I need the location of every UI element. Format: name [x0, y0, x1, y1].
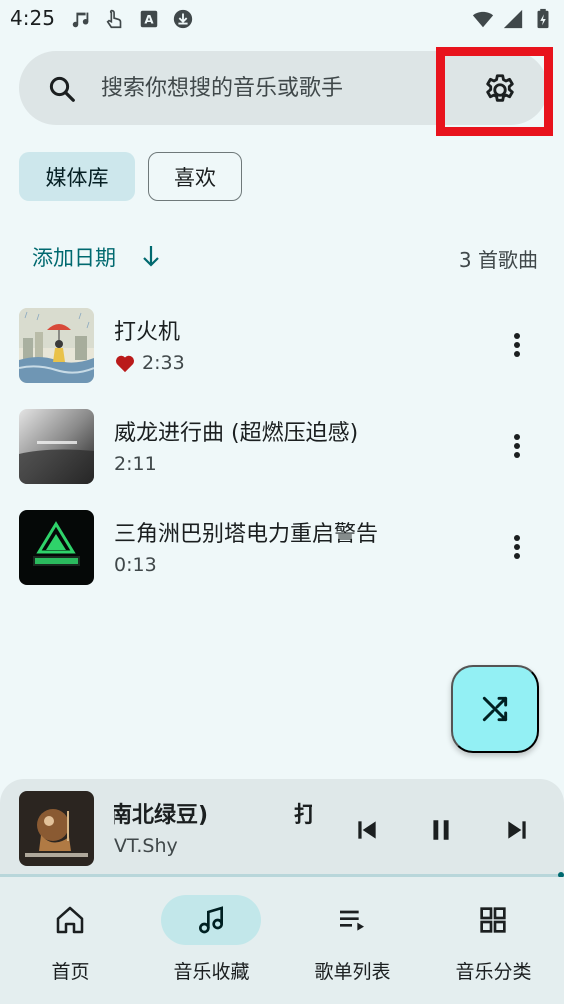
next-button[interactable] [500, 813, 534, 847]
wifi-icon [472, 11, 494, 28]
more-options-button[interactable] [500, 328, 534, 362]
search-icon [49, 76, 75, 102]
nav-item-home[interactable]: 首页 [0, 877, 141, 1004]
album-cover [19, 510, 94, 585]
shuffle-icon [482, 696, 508, 722]
album-cover [19, 308, 94, 383]
signal-icon [503, 9, 523, 29]
nav-item-categories[interactable]: 音乐分类 [423, 877, 564, 1004]
battery-icon [537, 8, 549, 29]
more-vert-icon [514, 333, 520, 357]
song-meta: 0:13 [114, 554, 157, 576]
more-options-button[interactable] [500, 530, 534, 564]
song-meta: 2:11 [114, 453, 157, 475]
song-meta: 2:33 [114, 352, 185, 374]
playlist-icon [340, 910, 364, 931]
svg-text:A: A [144, 13, 154, 27]
nav-label: 音乐分类 [455, 961, 532, 983]
nav-label: 音乐收藏 [173, 961, 250, 983]
nav-item-playlists[interactable]: 歌单列表 [282, 877, 423, 1004]
grid-icon [480, 907, 506, 933]
settings-button[interactable] [478, 68, 522, 112]
music-note-icon [72, 12, 89, 28]
search-input[interactable] [101, 69, 421, 107]
sort-label[interactable]: 添加日期 [32, 242, 116, 272]
now-playing-title-next: 打 [294, 803, 312, 828]
pause-icon [433, 820, 449, 840]
skip-previous-icon [358, 821, 376, 839]
nav-pill [20, 895, 120, 945]
list-item[interactable]: 三角洲巴别塔电力重启警告 0:13 [0, 510, 564, 610]
status-icons-left: A [70, 8, 194, 30]
nav-label: 首页 [51, 961, 90, 983]
touch-icon [106, 9, 122, 29]
song-title: 三角洲巴别塔电力重启警告 [114, 522, 379, 547]
skip-next-icon [508, 821, 526, 839]
heart-icon [115, 355, 135, 373]
nav-pill [443, 895, 543, 945]
mini-player[interactable]: 南北绿豆) 打 VT.Shy [0, 779, 564, 877]
song-duration: 0:13 [114, 554, 157, 576]
chip-library[interactable]: 媒体库 [19, 152, 135, 201]
home-icon [56, 906, 84, 934]
pause-button[interactable] [424, 813, 458, 847]
more-vert-icon [514, 535, 520, 559]
previous-button[interactable] [350, 813, 384, 847]
now-playing-artist: VT.Shy [114, 835, 178, 857]
a-badge-icon: A [140, 10, 158, 28]
music-notes-icon [199, 906, 223, 934]
more-options-button[interactable] [500, 429, 534, 463]
more-vert-icon [514, 434, 520, 458]
status-bar: 4:25 A [0, 0, 564, 40]
song-title: 打火机 [114, 320, 181, 345]
song-duration: 2:11 [114, 453, 157, 475]
song-count: 3 首歌曲 [458, 248, 538, 272]
nav-pill [302, 895, 402, 945]
bottom-nav: 首页 音乐收藏 歌单列表 音乐分类 [0, 877, 564, 1004]
status-icons-right [472, 8, 554, 30]
now-playing-title-marquee: 南北绿豆) 打 [114, 797, 312, 829]
arrow-down-icon[interactable] [140, 243, 162, 269]
song-title: 威龙进行曲 (超燃压迫感) [114, 421, 359, 446]
download-icon [173, 9, 193, 29]
nav-item-music-collection[interactable]: 音乐收藏 [141, 877, 282, 1004]
now-playing-cover [19, 791, 94, 866]
shuffle-button[interactable] [451, 665, 539, 753]
album-cover [19, 409, 94, 484]
list-item[interactable]: 打火机 2:33 [0, 308, 564, 408]
now-playing-title: 南北绿豆) [114, 803, 209, 828]
nav-label: 歌单列表 [314, 961, 391, 983]
chip-favorites[interactable]: 喜欢 [148, 152, 242, 201]
status-time: 4:25 [10, 6, 55, 30]
song-duration: 2:33 [142, 352, 185, 374]
list-item[interactable]: 威龙进行曲 (超燃压迫感) 2:11 [0, 409, 564, 509]
nav-pill-active [161, 895, 261, 945]
gear-icon [486, 74, 514, 102]
